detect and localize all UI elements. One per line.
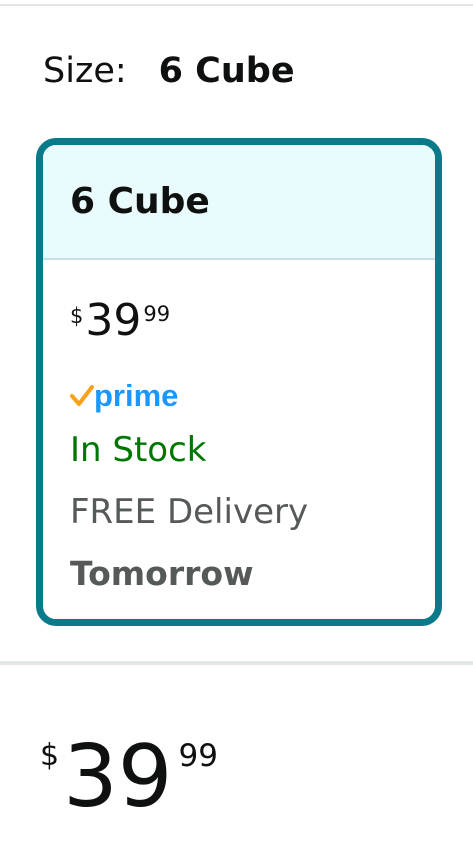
main-price: $ 39 99	[40, 732, 218, 822]
selected-size-value: 6 Cube	[158, 51, 295, 91]
delivery-text: FREE Delivery	[70, 492, 309, 532]
main-price-currency-symbol: $	[40, 738, 60, 773]
delivery-date: Tomorrow	[70, 554, 254, 593]
main-price-whole: 39	[63, 727, 173, 827]
prime-check-icon	[70, 385, 94, 406]
option-price: $ 39 99	[70, 298, 170, 344]
price-whole: 39	[85, 295, 142, 346]
size-selector-row: Size: 6 Cube	[43, 48, 295, 94]
price-fraction: 99	[143, 302, 171, 326]
section-divider	[0, 661, 473, 665]
top-divider	[0, 4, 473, 6]
size-option-card-selected[interactable]: 6 Cube $ 39 99 prime In Stock FREE Deliv…	[36, 138, 442, 626]
option-title: 6 Cube	[70, 181, 210, 222]
prime-badge: prime	[70, 380, 178, 412]
size-label: Size:	[43, 51, 127, 91]
option-card-header: 6 Cube	[43, 145, 435, 260]
prime-label: prime	[94, 378, 179, 413]
stock-status: In Stock	[70, 430, 207, 470]
price-currency-symbol: $	[70, 304, 84, 328]
main-price-fraction: 99	[178, 738, 218, 774]
